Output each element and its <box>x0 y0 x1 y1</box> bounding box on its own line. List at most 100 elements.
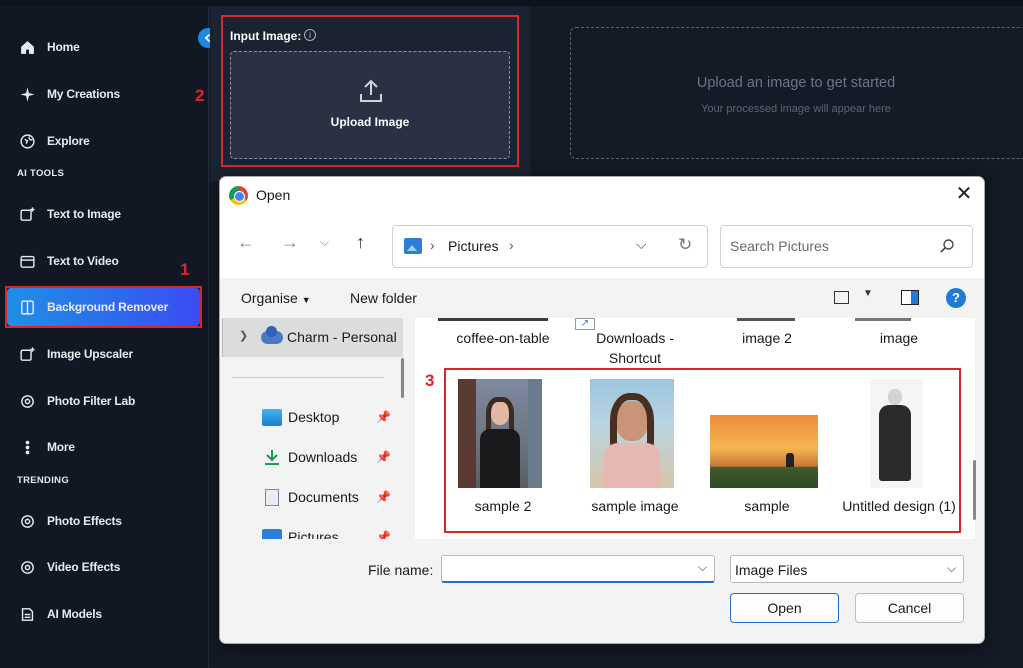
more-dots-icon <box>18 438 36 456</box>
annotation-box-2 <box>221 15 519 167</box>
quick-access-desktop[interactable]: Desktop 📌 <box>262 407 402 431</box>
nav-text-to-image[interactable]: Text to Image <box>7 195 200 233</box>
quick-access-downloads[interactable]: Downloads 📌 <box>262 447 402 471</box>
annotation-number-3: 3 <box>425 371 435 390</box>
annotation-number-1: 1 <box>180 260 190 279</box>
ai-tools-heading: AI TOOLS <box>17 168 65 179</box>
onedrive-label: Charm - Personal <box>287 329 397 345</box>
navigation-pane: ❯ Charm - Personal Desktop 📌 Downloads 📌… <box>220 318 404 539</box>
search-box[interactable] <box>720 225 973 268</box>
nav-ai-models-label: AI Models <box>47 607 102 621</box>
nav-photo-filter-lab[interactable]: Photo Filter Lab <box>7 382 200 420</box>
chevron-down-icon: ▼ <box>301 295 311 305</box>
file-list-scrollbar[interactable] <box>973 460 976 520</box>
nav-photo-filter-lab-label: Photo Filter Lab <box>47 394 136 408</box>
sparkle-icon <box>18 85 36 103</box>
home-icon <box>18 38 36 56</box>
expand-chevron-icon[interactable]: ❯ <box>239 329 248 342</box>
video-icon <box>18 252 36 270</box>
nav-my-creations[interactable]: My Creations <box>7 75 200 113</box>
nav-text-to-video-label: Text to Video <box>47 254 119 268</box>
nav-explore[interactable]: Explore <box>7 122 200 160</box>
annotation-number-2: 2 <box>195 86 205 105</box>
breadcrumb-pictures[interactable]: Pictures <box>448 238 499 254</box>
back-arrow-icon[interactable]: ← <box>237 232 255 253</box>
nav-text-to-video[interactable]: Text to Video <box>7 242 200 280</box>
nav-my-creations-label: My Creations <box>47 87 120 101</box>
new-folder-button[interactable]: New folder <box>350 290 417 306</box>
nav-onedrive-charm[interactable]: ❯ Charm - Personal <box>222 318 403 357</box>
file-name-dropdown-icon[interactable]: ⌵ <box>698 560 707 575</box>
nav-text-to-image-label: Text to Image <box>47 207 121 221</box>
filter-icon <box>18 392 36 410</box>
pin-icon[interactable]: 📌 <box>376 490 391 504</box>
file-name-input[interactable] <box>441 555 715 583</box>
image-plus-icon <box>18 205 36 223</box>
annotation-box-1 <box>5 286 202 328</box>
file-label-image[interactable]: image <box>834 328 964 348</box>
nav-ai-models[interactable]: AI Models <box>7 595 200 633</box>
nav-home[interactable]: Home <box>7 28 200 66</box>
nav-more[interactable]: More <box>7 428 200 466</box>
open-button[interactable]: Open <box>730 593 839 623</box>
thumb-image[interactable] <box>855 318 911 321</box>
address-dropdown-icon[interactable]: ⌵ <box>636 236 647 253</box>
file-type-select[interactable]: Image Files ⌵ <box>730 555 964 583</box>
document-icon <box>265 489 279 506</box>
dialog-footer: File name: ⌵ Image Files ⌵ Open Cancel <box>220 539 984 643</box>
forward-arrow-icon[interactable]: → <box>281 232 299 253</box>
help-icon[interactable]: ? <box>946 288 966 308</box>
trending-heading: TRENDING <box>17 475 70 486</box>
file-label-downloads-shortcut[interactable]: Downloads - Shortcut <box>570 328 700 368</box>
nav-image-upscaler[interactable]: Image Upscaler <box>7 335 200 373</box>
nav-explore-label: Explore <box>47 134 90 148</box>
nav-home-label: Home <box>47 40 80 54</box>
dialog-toolbar: Organise ▼ New folder ▼ ? <box>220 278 984 318</box>
dialog-title: Open <box>256 187 291 203</box>
address-bar[interactable]: › Pictures › ⌵ ↻ <box>392 225 708 268</box>
pin-icon[interactable]: 📌 <box>376 450 391 464</box>
up-arrow-icon[interactable]: ↑ <box>356 232 365 253</box>
file-label-coffee-on-table[interactable]: coffee-on-table <box>438 328 568 348</box>
close-icon[interactable]: ✕ <box>954 184 974 205</box>
pictures-label: Pictures <box>288 529 339 539</box>
search-icon <box>940 239 954 253</box>
file-type-value: Image Files <box>735 562 808 578</box>
cancel-button[interactable]: Cancel <box>855 593 964 623</box>
search-input[interactable] <box>730 238 930 254</box>
documents-label: Documents <box>288 489 359 505</box>
breadcrumb-chevron-icon[interactable]: › <box>509 237 514 253</box>
dialog-navbar: ← → ⌵ ↑ › Pictures › ⌵ ↻ <box>220 213 984 278</box>
quick-access-documents[interactable]: Documents 📌 <box>262 487 402 511</box>
thumb-image-2[interactable] <box>737 318 795 321</box>
desktop-label: Desktop <box>288 409 340 425</box>
nav-pane-scrollbar[interactable] <box>401 358 404 398</box>
output-preview-area: Upload an image to get started Your proc… <box>570 27 1023 159</box>
nav-divider <box>232 377 384 378</box>
downloads-label: Downloads <box>288 449 358 465</box>
preview-pane-icon[interactable] <box>901 290 919 305</box>
nav-more-label: More <box>47 440 75 454</box>
view-mode-icon[interactable] <box>834 291 849 304</box>
pin-icon[interactable]: 📌 <box>376 530 391 539</box>
organise-button[interactable]: Organise ▼ <box>241 290 311 306</box>
chevron-down-icon: ⌵ <box>947 561 957 575</box>
refresh-icon[interactable]: ↻ <box>678 235 692 255</box>
desktop-icon <box>262 409 282 426</box>
globe-icon <box>18 132 36 150</box>
upscale-icon <box>18 345 36 363</box>
file-label-image-2[interactable]: image 2 <box>702 328 832 348</box>
quick-access-pictures[interactable]: Pictures 📌 <box>262 527 402 539</box>
view-dropdown-icon[interactable]: ▼ <box>863 288 873 299</box>
nav-video-effects[interactable]: Video Effects <box>7 548 200 586</box>
recent-locations-chevron-icon[interactable]: ⌵ <box>320 235 329 250</box>
nav-image-upscaler-label: Image Upscaler <box>47 347 133 361</box>
file-name-label: File name: <box>368 562 434 578</box>
thumb-coffee-on-table[interactable] <box>438 318 548 321</box>
breadcrumb-chevron-icon: › <box>430 237 435 253</box>
nav-photo-effects[interactable]: Photo Effects <box>7 502 200 540</box>
nav-video-effects-label: Video Effects <box>47 560 121 574</box>
pictures-icon <box>262 529 282 539</box>
preview-title: Upload an image to get started <box>696 75 896 91</box>
pin-icon[interactable]: 📌 <box>376 410 391 424</box>
